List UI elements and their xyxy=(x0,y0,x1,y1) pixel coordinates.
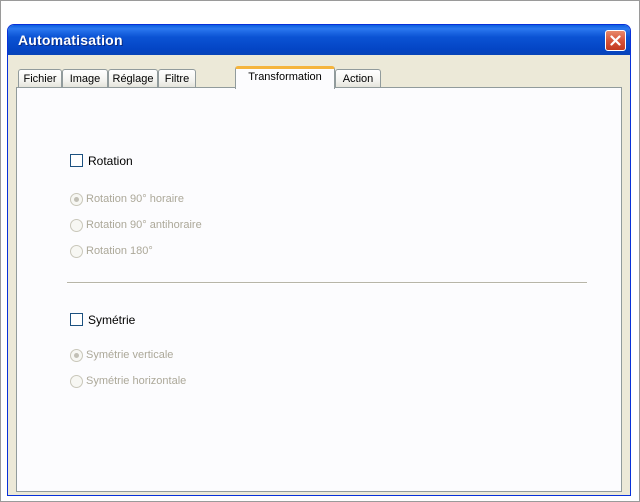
tab-label: Transformation xyxy=(248,71,322,83)
rotation-180-label: Rotation 180° xyxy=(86,245,153,257)
tab-filtre[interactable]: Filtre xyxy=(158,69,196,88)
symmetry-vertical-radio[interactable] xyxy=(70,349,83,362)
radio-selected-dot xyxy=(74,353,79,358)
rotation-label: Rotation xyxy=(88,154,133,168)
symmetry-vertical-label: Symétrie verticale xyxy=(86,349,174,361)
title-bar[interactable]: Automatisation xyxy=(8,25,630,55)
dialog-client-area: Fichier Image Réglage Filtre Transformat… xyxy=(11,55,627,492)
symmetry-label: Symétrie xyxy=(88,313,136,327)
rotation-90-counterclockwise-label: Rotation 90° antihoraire xyxy=(86,219,202,231)
symmetry-horizontal-radio[interactable] xyxy=(70,375,83,388)
rotation-90-counterclockwise-radio[interactable] xyxy=(70,219,83,232)
transformation-panel: Rotation Rotation 90° horaire Rotation 9… xyxy=(16,87,622,492)
rotation-checkbox[interactable] xyxy=(70,154,83,167)
close-icon xyxy=(610,35,621,46)
close-button[interactable] xyxy=(605,30,626,51)
rotation-180-radio[interactable] xyxy=(70,245,83,258)
rotation-90-clockwise-label: Rotation 90° horaire xyxy=(86,193,184,205)
symmetry-horizontal-label: Symétrie horizontale xyxy=(86,375,187,387)
section-divider xyxy=(67,282,587,284)
tab-label: Action xyxy=(342,73,374,85)
tab-image[interactable]: Image xyxy=(62,69,108,88)
symmetry-checkbox[interactable] xyxy=(70,313,83,326)
rotation-90-clockwise-radio[interactable] xyxy=(70,193,83,206)
tab-label: Image xyxy=(69,73,101,85)
window-title: Automatisation xyxy=(18,32,123,48)
radio-selected-dot xyxy=(74,197,79,202)
tab-action[interactable]: Action xyxy=(335,69,381,88)
dialog-window: Automatisation Fichier Image Réglage Fil… xyxy=(7,24,631,496)
tab-label: Fichier xyxy=(23,73,57,85)
tab-fichier[interactable]: Fichier xyxy=(18,69,62,88)
tab-reglage[interactable]: Réglage xyxy=(108,69,158,88)
tab-label: Filtre xyxy=(164,73,190,85)
tab-label: Réglage xyxy=(112,73,154,85)
tab-transformation[interactable]: Transformation xyxy=(235,66,335,89)
